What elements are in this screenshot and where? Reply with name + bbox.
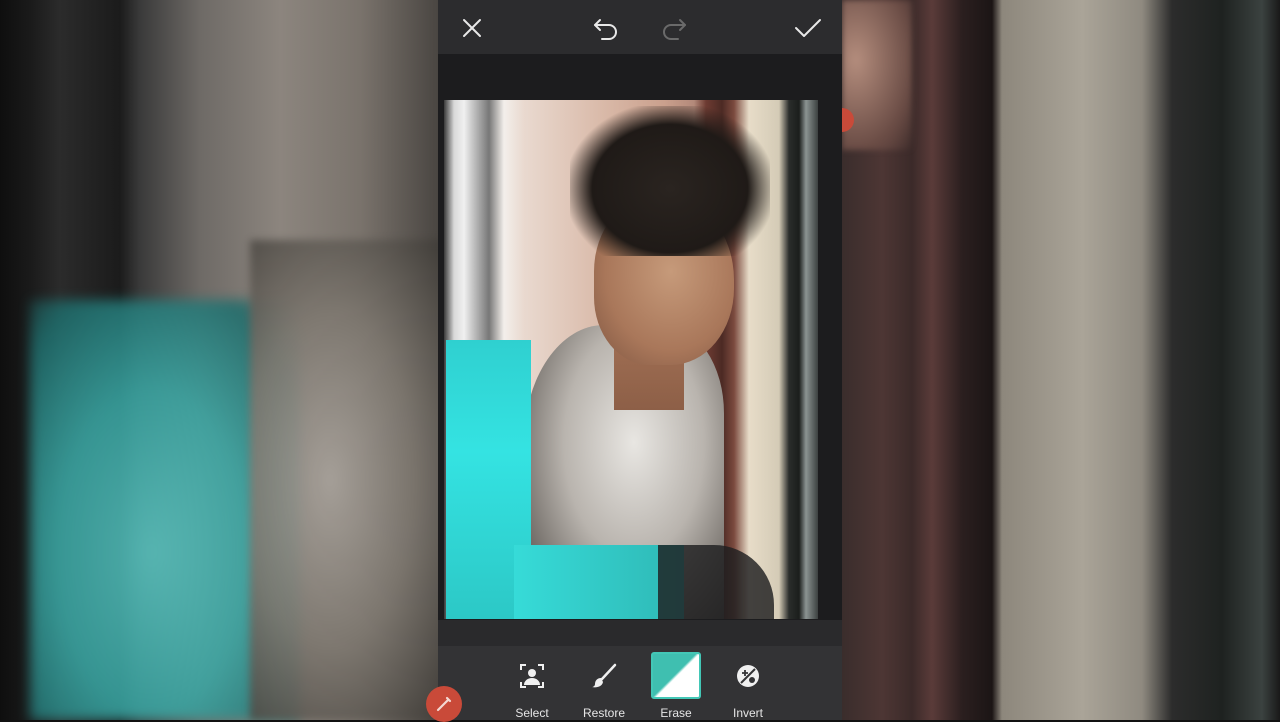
close-button[interactable] [456, 12, 488, 44]
canvas-area[interactable] [438, 100, 842, 620]
blurred-face [842, 0, 912, 150]
brush-settings-button[interactable] [426, 686, 462, 722]
tool-erase-label: Erase [660, 706, 692, 720]
photo-being-edited[interactable] [444, 100, 818, 619]
check-icon [795, 19, 821, 37]
blurred-background-right [842, 0, 1280, 720]
editor-screen: Select Restore Erase Invert [426, 0, 842, 722]
pencil-icon [436, 696, 452, 712]
brush-icon [580, 652, 628, 699]
close-icon [463, 19, 481, 37]
tool-restore[interactable]: Restore [572, 652, 636, 720]
top-bar [438, 0, 842, 54]
tool-invert-label: Invert [732, 706, 763, 720]
brush-cursor [658, 545, 774, 619]
canvas-top-margin [438, 54, 842, 100]
tool-bar: Select Restore Erase Invert [438, 646, 842, 720]
blurred-shirt [250, 240, 438, 720]
person-select-icon [508, 652, 556, 699]
tool-erase[interactable]: Erase [644, 652, 708, 720]
photo-hair [570, 106, 770, 256]
undo-icon [594, 19, 617, 40]
invert-icon [724, 652, 772, 699]
eraser-icon [651, 652, 701, 699]
canvas-bottom-margin [438, 620, 842, 646]
tool-invert[interactable]: Invert [716, 652, 780, 720]
tool-select[interactable]: Select [500, 652, 564, 720]
redo-icon [663, 19, 686, 40]
redo-button[interactable] [658, 12, 690, 44]
blurred-background-left [0, 0, 438, 720]
apply-button[interactable] [792, 12, 824, 44]
tool-select-label: Select [515, 706, 549, 720]
undo-button[interactable] [590, 12, 622, 44]
tool-restore-label: Restore [582, 706, 626, 720]
